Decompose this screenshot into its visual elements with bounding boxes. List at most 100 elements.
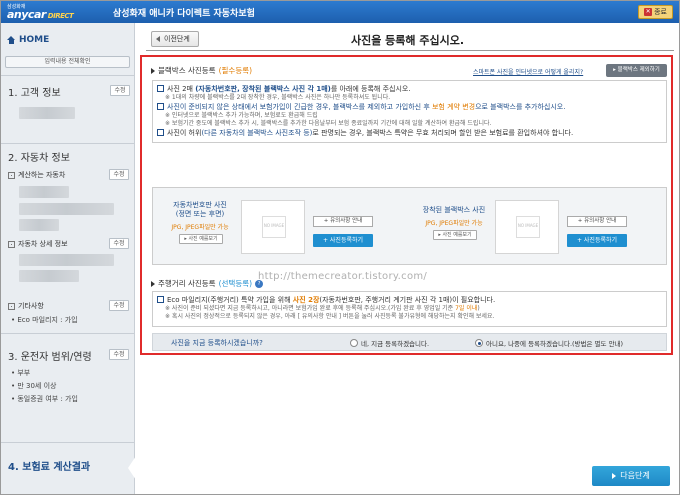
edit-customer-button[interactable]: 수정 (110, 85, 130, 96)
sample-view-button[interactable]: ▸ 사진 예를보기 (433, 230, 477, 240)
step-customer: 1. 고객 정보 (8, 88, 61, 99)
text: 자동차번호판 사진 (173, 201, 227, 209)
triangle-icon (151, 67, 155, 74)
redacted-car-detail (19, 203, 114, 215)
blackbox-header: 블랙박스 사진등록 (필수등록) (151, 65, 252, 76)
car-sub1-label: 계산하는 자동차 (18, 171, 66, 179)
edit-etc-button[interactable]: 수정 (109, 300, 129, 311)
text-em: (다른 자동차의 블랙박스 사진조작 등) (201, 129, 313, 137)
question-label: 사진을 지금 등록하시겠습니까? (171, 339, 263, 347)
redacted-car (19, 186, 69, 198)
bullet-icon (8, 302, 15, 310)
blackbox-title: 블랙박스 사진등록 (158, 66, 216, 75)
divider (1, 143, 135, 144)
title-bar: 삼성화재 anycar DIRECT 삼성화재 애니카 다이렉트 자동차보험 ✕ 종… (1, 1, 679, 23)
step-result[interactable]: 4. 보험료 계산결과 (1, 442, 136, 494)
car-sub2-label: 자동차 상세 정보 (18, 240, 68, 248)
text: 사진 2매 (167, 85, 196, 93)
radio-label: 네, 지금 등록하겠습니다. (361, 340, 430, 348)
text-em: 사진 2장 (292, 296, 320, 304)
no-image-icon: NO IMAGE (262, 216, 286, 238)
exclude-blackbox-button[interactable]: ▸ 블랙박스 제외하기 (606, 64, 667, 77)
format-note: JPG, JPEG파일만 가능 (171, 224, 229, 231)
car-sub3-label: 기타사항 (18, 302, 44, 310)
bullet-icon (8, 240, 15, 248)
blackbox-info: 사진 2매 (자동차번호판, 장착된 블랙박스 사진 각 1매)를 아래에 등록… (152, 80, 667, 143)
close-icon: ✕ (644, 8, 653, 16)
upload-area: 자동차번호판 사진 (정면 또는 후면) JPG, JPEG파일만 가능 ▸ 사진… (152, 187, 667, 265)
photo-upload-panel: 블랙박스 사진등록 (필수등록) 스마트폰 사진을 인터넷으로 어떻게 올리지? … (140, 55, 673, 355)
redacted-car-detail2 (19, 219, 59, 231)
blackbox-photo-card: 장착된 블랙박스 사진 JPG, JPEG파일만 가능 ▸ 사진 예를보기 NO… (411, 196, 653, 258)
info-line: 사진 2매 (자동차번호판, 장착된 블랙박스 사진 각 1매)를 아래에 등록… (157, 84, 662, 94)
driver-item: • 동일증권 여부 : 가입 (11, 395, 78, 403)
next-step-button[interactable]: 다음단계 (592, 466, 670, 486)
eco-mileage-status: • Eco 마일리지 : 가입 (11, 316, 78, 324)
text-em: (자동차번호판, 장착된 블랙박스 사진 각 1매) (195, 85, 331, 93)
redacted-detail (19, 254, 114, 266)
plate-preview: NO IMAGE (241, 200, 305, 254)
required-badge: (필수등록) (218, 66, 253, 75)
step-car: 2. 자동차 정보 (8, 153, 70, 164)
text: ※ 사진이 준비 되셨다면 지금 등록하시고, 아니라면 보험가입 완료 후에 … (165, 305, 456, 312)
title-rule (146, 50, 674, 51)
app-window: 삼성화재 anycar DIRECT 삼성화재 애니카 다이렉트 자동차보험 ✕ 종… (0, 0, 680, 495)
info-note: ※ 사진이 준비 되셨다면 지금 등록하시고, 아니라면 보험가입 완료 후에 … (157, 305, 662, 313)
bullet-icon (8, 171, 15, 179)
edit-car-detail-button[interactable]: 수정 (109, 238, 129, 249)
text: 사진이 허위 (167, 129, 202, 137)
text: 사진이 준비되지 않은 상태에서 보험가입이 긴급한 경우, 블랙박스를 제외하… (167, 103, 432, 111)
text-em: 7일 이내 (455, 305, 478, 312)
check-icon (157, 103, 164, 110)
close-button[interactable]: ✕ 종료 (638, 5, 673, 19)
info-line: Eco 마일리지(주행거리) 특약 가입을 위해 사진 2장(자동차번호판, 주… (157, 295, 662, 305)
check-icon (157, 296, 164, 303)
info-note: ※ 1대의 차량에 블랙박스를 2대 장착한 경우, 블랙박스 사진은 하나만 … (165, 94, 391, 101)
mileage-title: 주행거리 사진등록 (158, 279, 216, 288)
check-icon (157, 129, 164, 136)
optional-badge: (선택등록) (218, 279, 253, 288)
radio-register-now[interactable]: 네, 지금 등록하겠습니다. (350, 338, 429, 348)
sample-view-button[interactable]: ▸ 사진 예를보기 (179, 234, 223, 244)
arrow-right-icon (612, 472, 617, 479)
no-image-icon: NO IMAGE (516, 216, 540, 238)
step-result-label: 4. 보험료 계산결과 (8, 462, 91, 473)
next-step-label: 다음단계 (620, 471, 650, 480)
blackbox-preview: NO IMAGE (495, 200, 559, 254)
driver-item: • 부부 (11, 369, 31, 377)
mileage-header: 주행거리 사진등록 (선택등록)? (151, 278, 264, 289)
edit-driver-button[interactable]: 수정 (109, 349, 129, 360)
close-label: 종료 (654, 8, 667, 16)
info-note: ※ 인터넷으로 블랙박스 추가 가능하며, 보험료도 환급해 드립 (165, 112, 318, 119)
sidebar: HOME 입력내용 전체확인 1. 고객 정보 수정 2. 자동차 정보 계산하… (1, 23, 136, 494)
blackbox-photo-label: 장착된 블랙박스 사진 (422, 206, 486, 214)
car-sub-detail: 자동차 상세 정보 (8, 239, 68, 249)
text: 으로 블랙박스를 추가하십시오. (475, 103, 566, 111)
info-note: ※ 혹시 사진의 정상적으로 등록되지 않은 경우, 아래 [ 유의사항 안내 … (165, 313, 495, 320)
register-now-question: 사진을 지금 등록하시겠습니까? 네, 지금 등록하겠습니다. 아니요, 나중에… (152, 333, 667, 351)
radio-register-later[interactable]: 아니요, 나중에 등록하겠습니다.(방법은 별도 안내) (475, 338, 623, 348)
page-title: 사진을 등록해 주십시오. (350, 34, 465, 47)
format-note: JPG, JPEG파일만 가능 (425, 220, 483, 227)
review-all-button[interactable]: 입력내용 전체확인 (5, 56, 130, 68)
active-step-notch (128, 456, 136, 480)
brand-direct: DIRECT (47, 12, 74, 20)
guide-button[interactable]: + 유의사항 안내 (567, 216, 627, 227)
guide-button[interactable]: + 유의사항 안내 (313, 216, 373, 227)
redacted-name (19, 107, 75, 119)
plate-photo-label: 자동차번호판 사진 (정면 또는 후면) (159, 201, 241, 219)
car-sub-calculated: 계산하는 자동차 (8, 170, 65, 180)
divider (1, 333, 135, 334)
register-photo-button[interactable]: + 사진등록하기 (567, 234, 627, 247)
mileage-info: Eco 마일리지(주행거리) 특약 가입을 위해 사진 2장(자동차번호판, 주… (152, 291, 667, 327)
step-driver: 3. 운전자 범위/연령 (8, 352, 92, 363)
redacted-detail2 (19, 270, 79, 282)
smartphone-help-link[interactable]: 스마트폰 사진을 인터넷으로 어떻게 올리지? (473, 67, 583, 76)
check-icon (157, 85, 164, 92)
home-link[interactable]: HOME (7, 35, 49, 45)
radio-icon (350, 339, 358, 347)
radio-selected-icon (475, 339, 483, 347)
register-photo-button[interactable]: + 사진등록하기 (313, 234, 373, 247)
edit-car-button[interactable]: 수정 (109, 169, 129, 180)
home-icon (7, 36, 16, 44)
